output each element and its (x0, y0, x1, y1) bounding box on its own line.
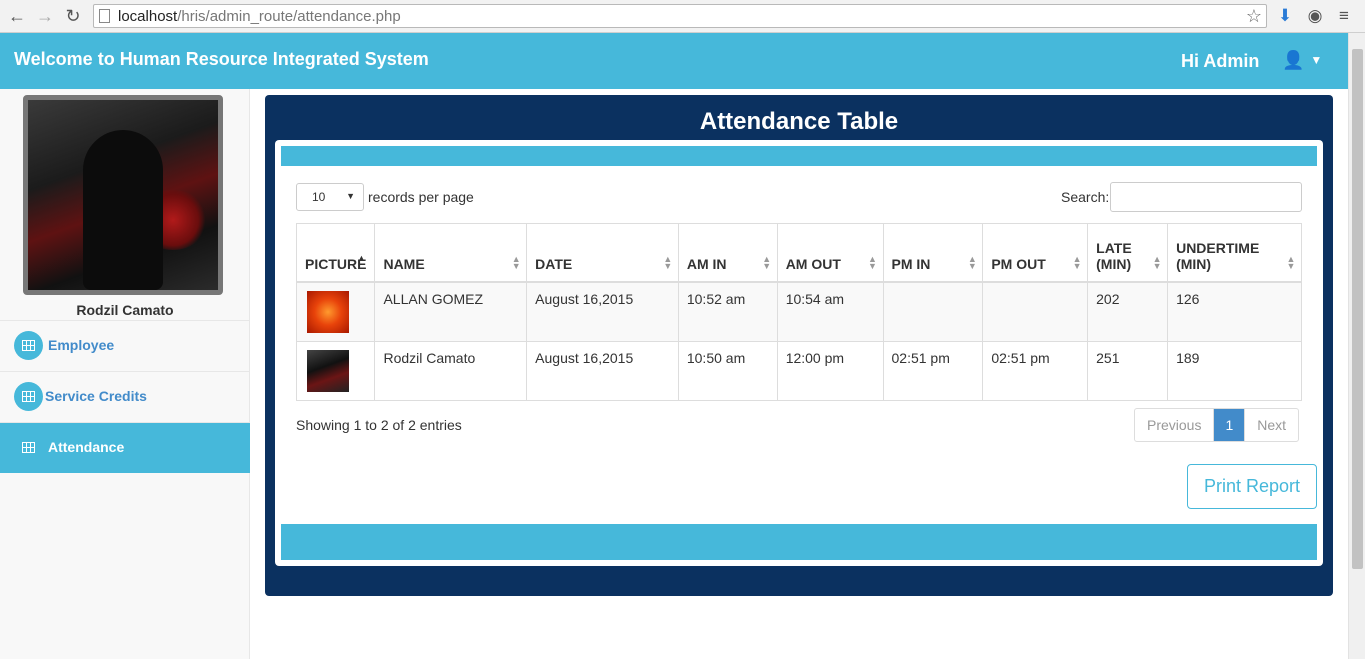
table-row: ALLAN GOMEZ August 16,2015 10:52 am 10:5… (295, 281, 1302, 342)
flower-photo-thumbnail (307, 290, 349, 333)
records-per-page-label: records per page (368, 189, 474, 205)
cell-picture (295, 281, 376, 342)
cell-name: ALLAN GOMEZ (374, 281, 528, 342)
browser-toolbar: ← → ↻ localhost/hris/admin_route/attenda… (0, 0, 1365, 33)
sort-icon: ▲ ▼ (1072, 253, 1082, 271)
cell-pm-in: 02:51 pm (882, 340, 984, 401)
address-bar[interactable]: localhost/hris/admin_route/attendance.ph… (93, 4, 1267, 28)
cell-am-out: 10:54 am (776, 281, 884, 342)
footer-strip (281, 524, 1317, 560)
cell-name: Rodzil Camato (374, 340, 528, 401)
cell-undertime: 126 (1167, 281, 1302, 342)
column-header-undertime[interactable]: UNDERTIME (MIN) ▲ ▼ (1167, 223, 1302, 283)
table-icon (14, 331, 43, 360)
search-label: Search: (1061, 189, 1110, 205)
table-icon (14, 433, 43, 462)
records-per-page-value: 10 (312, 190, 326, 204)
attendance-panel: Attendance Table 10 ▼ records per page S… (265, 95, 1333, 596)
header-strip (281, 146, 1317, 166)
cell-picture (295, 340, 376, 401)
page-icon (99, 9, 110, 23)
sidebar-item-label: Service Credits (45, 388, 147, 404)
table-info: Showing 1 to 2 of 2 entries (296, 417, 462, 433)
search-input[interactable] (1110, 182, 1302, 212)
print-report-button[interactable]: Print Report (1187, 464, 1317, 509)
column-header-pm-in[interactable]: PM IN ▲ ▼ (882, 223, 984, 283)
menu-icon[interactable]: ≡ (1334, 6, 1354, 26)
sort-icon: ▲ ▼ (762, 253, 772, 271)
user-icon: 👤 (1282, 50, 1305, 70)
sidebar: Rodzil Camato Employee Service Credits A… (0, 89, 250, 659)
column-header-pm-out[interactable]: PM OUT ▲ ▼ (982, 223, 1089, 283)
table-header-row: PICTURE ▲ NAME ▲ ▼ DATE ▲ ▼ AM IN ▲ ▼ AM OUT ▲ ▼ … (295, 223, 1302, 283)
column-header-name[interactable]: NAME ▲ ▼ (374, 223, 528, 283)
extension-icon[interactable]: ◉ (1305, 6, 1325, 26)
sidebar-item-label: Attendance (48, 439, 125, 455)
reload-icon[interactable]: ↻ (62, 5, 84, 27)
sidebar-item-attendance[interactable]: Attendance (0, 422, 250, 473)
sort-icon: ▲ ▼ (1152, 253, 1162, 271)
app-header: Welcome to Human Resource Integrated Sys… (0, 33, 1348, 89)
page-title: Attendance Table (699, 108, 899, 135)
sort-icon: ▲ ▼ (868, 253, 877, 271)
profile-avatar (23, 95, 223, 295)
back-arrow-icon[interactable]: ← (6, 5, 28, 27)
attendance-table: PICTURE ▲ NAME ▲ ▼ DATE ▲ ▼ AM IN ▲ ▼ AM OUT ▲ ▼ … (295, 223, 1302, 401)
cell-am-in: 10:52 am (677, 281, 778, 342)
table-icon (14, 382, 43, 411)
column-header-late[interactable]: LATE (MIN) ▲ ▼ (1087, 223, 1169, 283)
table-container: 10 ▼ records per page Search: PICTURE ▲ N… (275, 140, 1323, 566)
previous-page-button[interactable]: Previous (1135, 409, 1215, 441)
sort-asc-icon: ▲ (357, 252, 366, 263)
cell-late: 251 (1087, 340, 1169, 401)
caret-down-icon: ▼ (346, 191, 355, 201)
user-photo-thumbnail (307, 349, 349, 392)
app-title: Welcome to Human Resource Integrated Sys… (14, 49, 429, 69)
cell-date: August 16,2015 (526, 281, 679, 342)
sort-icon: ▲ ▼ (1286, 253, 1296, 271)
column-header-date[interactable]: DATE ▲ ▼ (526, 223, 679, 283)
cell-pm-out (982, 281, 1089, 342)
sort-icon: ▲ ▼ (511, 253, 521, 271)
greeting: Hi Admin (1181, 51, 1260, 71)
cell-am-out: 12:00 pm (776, 340, 884, 401)
user-menu-toggle[interactable]: 👤 ▼ (1282, 50, 1322, 71)
page-1-button[interactable]: 1 (1214, 409, 1246, 441)
next-page-button[interactable]: Next (1245, 409, 1298, 441)
url-text: localhost/hris/admin_route/attendance.ph… (118, 8, 401, 25)
pagination: Previous 1 Next (1134, 408, 1300, 442)
sort-icon: ▲ ▼ (967, 253, 977, 271)
column-header-am-in[interactable]: AM IN ▲ ▼ (677, 223, 778, 283)
download-icon[interactable]: ⬇ (1275, 6, 1295, 26)
sidebar-item-label: Employee (48, 337, 115, 353)
cell-am-in: 10:50 am (677, 340, 778, 401)
caret-down-icon: ▼ (1310, 53, 1323, 67)
cell-undertime: 189 (1167, 340, 1302, 401)
records-per-page-select[interactable]: 10 ▼ (296, 183, 364, 211)
cell-pm-out: 02:51 pm (982, 340, 1089, 401)
sort-icon: ▲ ▼ (663, 253, 673, 271)
sidebar-item-employee[interactable]: Employee (0, 320, 250, 371)
sidebar-item-service-credits[interactable]: Service Credits (0, 371, 250, 422)
bookmark-star-icon[interactable]: ☆ (1246, 6, 1262, 27)
table-row: Rodzil Camato August 16,2015 10:50 am 12… (295, 340, 1302, 401)
column-header-picture[interactable]: PICTURE ▲ (295, 223, 376, 283)
page-scrollbar[interactable] (1348, 33, 1365, 659)
forward-arrow-icon[interactable]: → (34, 5, 56, 27)
cell-pm-in (882, 281, 984, 342)
profile-name: Rodzil Camato (76, 302, 174, 318)
cell-late: 202 (1087, 281, 1169, 342)
cell-date: August 16,2015 (526, 340, 679, 401)
column-header-am-out[interactable]: AM OUT ▲ ▼ (776, 223, 884, 283)
scrollbar-thumb[interactable] (1352, 49, 1363, 569)
